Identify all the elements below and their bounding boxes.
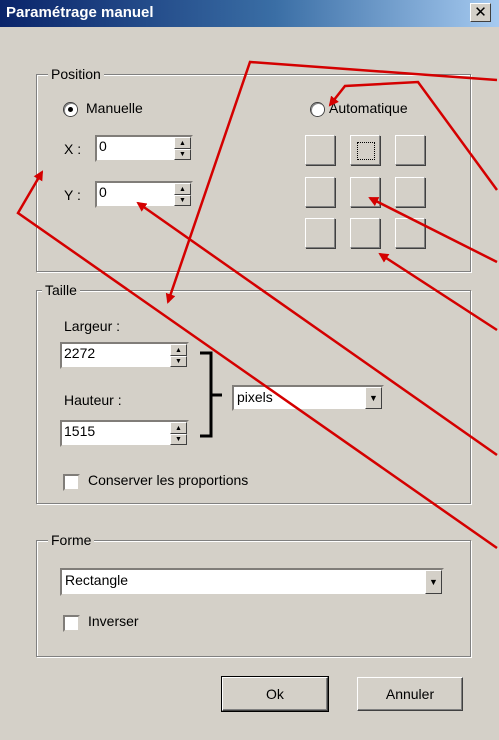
width-label: Largeur : <box>64 318 121 334</box>
automatic-radio[interactable] <box>311 103 324 116</box>
width-input[interactable]: 2272 ▲ ▼ <box>60 342 189 369</box>
spin-up-icon[interactable]: ▲ <box>174 183 191 195</box>
shape-select-value: Rectangle <box>65 572 129 588</box>
spin-up-icon[interactable]: ▲ <box>174 137 191 149</box>
manual-settings-dialog: Paramétrage manuel ✕ Position Manuelle A… <box>0 0 499 740</box>
spin-up-icon[interactable]: ▲ <box>170 344 187 356</box>
keep-ratio-label: Conserver les proportions <box>88 472 249 488</box>
y-label: Y : <box>64 187 81 203</box>
anchor-bottom-left[interactable] <box>305 218 335 248</box>
cancel-button[interactable]: Annuler <box>357 677 463 711</box>
spin-down-icon[interactable]: ▼ <box>170 434 187 445</box>
title-bar: Paramétrage manuel ✕ <box>0 0 499 27</box>
close-icon: ✕ <box>474 4 487 21</box>
y-input[interactable]: 0 ▲ ▼ <box>95 181 193 208</box>
width-spinner[interactable]: ▲ ▼ <box>170 344 187 367</box>
width-value: 2272 <box>64 345 96 361</box>
invert-checkbox[interactable] <box>63 615 80 632</box>
keep-ratio-checkbox[interactable] <box>63 474 80 491</box>
automatic-label: Automatique <box>329 100 408 116</box>
x-label: X : <box>64 141 82 157</box>
spin-down-icon[interactable]: ▼ <box>174 149 191 160</box>
ok-button-label: Ok <box>266 686 284 702</box>
unit-select[interactable]: pixels ▼ <box>232 385 384 411</box>
y-spinner[interactable]: ▲ ▼ <box>174 183 191 206</box>
invert-label: Inverser <box>88 613 139 629</box>
y-value: 0 <box>99 184 107 200</box>
spin-down-icon[interactable]: ▼ <box>170 356 187 367</box>
shape-legend: Forme <box>48 532 95 548</box>
anchor-bottom-center[interactable] <box>350 218 380 248</box>
anchor-top-center[interactable] <box>350 135 380 165</box>
link-bracket-icon <box>200 351 222 438</box>
height-input[interactable]: 1515 ▲ ▼ <box>60 420 189 447</box>
anchor-top-left[interactable] <box>305 135 335 165</box>
x-value: 0 <box>99 138 107 154</box>
anchor-bottom-right[interactable] <box>395 218 425 248</box>
radio-selected-dot <box>68 107 73 112</box>
position-legend: Position <box>48 66 104 82</box>
manual-radio[interactable] <box>64 103 77 116</box>
close-button[interactable]: ✕ <box>470 3 491 22</box>
spin-down-icon[interactable]: ▼ <box>174 195 191 206</box>
cancel-button-label: Annuler <box>385 686 435 702</box>
ok-button[interactable]: Ok <box>221 676 329 712</box>
chevron-down-icon[interactable]: ▼ <box>365 387 382 409</box>
shape-group <box>36 540 471 657</box>
x-spinner[interactable]: ▲ ▼ <box>174 137 191 160</box>
size-legend: Taille <box>42 282 80 298</box>
anchor-top-right[interactable] <box>395 135 425 165</box>
chevron-down-icon[interactable]: ▼ <box>425 570 442 594</box>
anchor-middle-right[interactable] <box>395 177 425 207</box>
anchor-center[interactable] <box>350 177 380 207</box>
spin-up-icon[interactable]: ▲ <box>170 422 187 434</box>
height-label: Hauteur : <box>64 392 122 408</box>
height-spinner[interactable]: ▲ ▼ <box>170 422 187 445</box>
x-input[interactable]: 0 ▲ ▼ <box>95 135 193 162</box>
window-title: Paramétrage manuel <box>6 4 154 21</box>
shape-select[interactable]: Rectangle ▼ <box>60 568 444 596</box>
focus-rectangle <box>357 142 375 160</box>
anchor-middle-left[interactable] <box>305 177 335 207</box>
manual-label: Manuelle <box>86 100 143 116</box>
height-value: 1515 <box>64 423 96 439</box>
unit-select-value: pixels <box>237 389 273 405</box>
